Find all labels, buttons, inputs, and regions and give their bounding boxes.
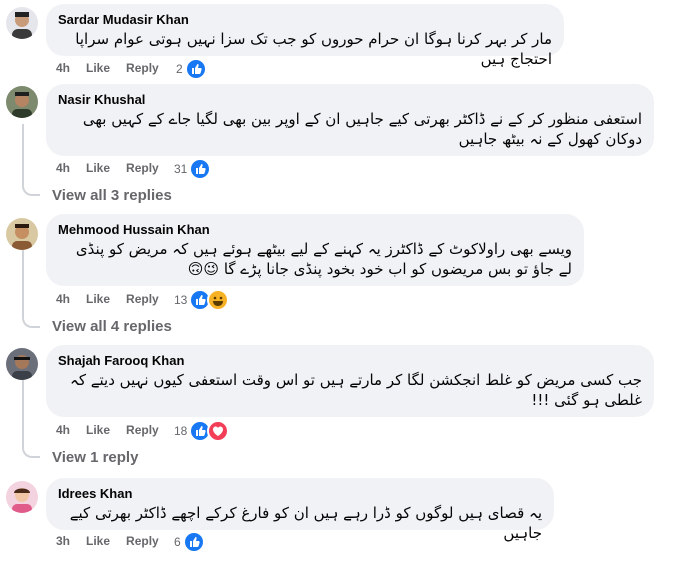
- reaction-summary[interactable]: 2: [176, 58, 207, 80]
- comment-time[interactable]: 3h: [56, 534, 70, 548]
- comment-actions: 3h Like Reply: [56, 533, 175, 549]
- like-button[interactable]: Like: [86, 161, 110, 175]
- reaction-count: 13: [174, 293, 188, 307]
- like-button[interactable]: Like: [86, 61, 110, 75]
- reply-button[interactable]: Reply: [126, 61, 159, 75]
- avatar[interactable]: [6, 7, 38, 39]
- comment-time[interactable]: 4h: [56, 61, 70, 75]
- comment-text: استعفی منظور کر کے نے ڈاکٹر بھرتی کیے جا…: [82, 110, 642, 148]
- reaction-count: 2: [176, 62, 183, 76]
- reaction-summary[interactable]: 6: [174, 531, 205, 553]
- reaction-count: 31: [174, 162, 188, 176]
- avatar[interactable]: [6, 348, 38, 380]
- reply-button[interactable]: Reply: [126, 423, 159, 437]
- thread-line: [22, 380, 24, 446]
- comment-actions: 4h Like Reply: [56, 422, 175, 438]
- avatar[interactable]: [6, 86, 38, 118]
- like-icon: [182, 531, 205, 553]
- comment-actions: 4h Like Reply: [56, 160, 175, 176]
- comment-bubble: Shajah Farooq Khan جب کسی مریض کو غلط ان…: [46, 345, 654, 417]
- like-button[interactable]: Like: [86, 423, 110, 437]
- view-replies-link[interactable]: View 1 reply: [52, 449, 138, 466]
- comment-actions: 4h Like Reply: [56, 291, 175, 307]
- comment-bubble: Mehmood Hussain Khan ویسے بھی راولاکوٹ ک…: [46, 214, 584, 286]
- reaction-summary[interactable]: 13: [174, 289, 230, 311]
- reaction-summary[interactable]: 31: [174, 158, 212, 180]
- love-icon: [207, 420, 230, 442]
- avatar[interactable]: [6, 481, 38, 513]
- haha-icon: [207, 289, 230, 311]
- comment-actions: 4h Like Reply: [56, 60, 175, 76]
- reaction-summary[interactable]: 18: [174, 420, 230, 442]
- comment-time[interactable]: 4h: [56, 423, 70, 437]
- comment-text: ویسے بھی راولاکوٹ کے ڈاکٹرز یہ کہنے کے ل…: [75, 240, 572, 278]
- comment-time[interactable]: 4h: [56, 161, 70, 175]
- comment-text: جب کسی مریض کو غلط انجکشن لگا کر مارتے ہ…: [70, 371, 642, 409]
- thread-connector: [22, 308, 40, 328]
- comment-author[interactable]: Shajah Farooq Khan: [58, 353, 642, 368]
- comment-author[interactable]: Mehmood Hussain Khan: [58, 222, 572, 237]
- reply-button[interactable]: Reply: [126, 534, 159, 548]
- comment-author[interactable]: Sardar Mudasir Khan: [58, 12, 552, 27]
- reaction-count: 6: [174, 535, 181, 549]
- reaction-count: 18: [174, 424, 188, 438]
- thread-connector: [22, 176, 40, 196]
- comment-author[interactable]: Idrees Khan: [58, 486, 542, 501]
- thread-line: [22, 250, 24, 316]
- like-button[interactable]: Like: [86, 534, 110, 548]
- avatar[interactable]: [6, 218, 38, 250]
- comment-bubble: Nasir Khushal استعفی منظور کر کے نے ڈاکٹ…: [46, 84, 654, 156]
- thread-connector: [22, 438, 40, 458]
- comment-bubble: Idrees Khan یہ قصای ہیں لوگوں کو ڈرا رہے…: [46, 478, 554, 542]
- reply-button[interactable]: Reply: [126, 161, 159, 175]
- comment-author[interactable]: Nasir Khushal: [58, 92, 642, 107]
- like-icon: [189, 158, 212, 180]
- like-icon: [184, 58, 207, 80]
- comment-time[interactable]: 4h: [56, 292, 70, 306]
- like-button[interactable]: Like: [86, 292, 110, 306]
- comment-bubble: Sardar Mudasir Khan مار کر بہر کرنا ہوگا…: [46, 4, 564, 68]
- view-replies-link[interactable]: View all 3 replies: [52, 187, 172, 204]
- reply-button[interactable]: Reply: [126, 292, 159, 306]
- view-replies-link[interactable]: View all 4 replies: [52, 318, 172, 335]
